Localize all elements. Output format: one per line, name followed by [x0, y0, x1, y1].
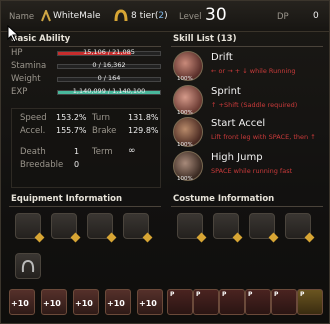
- equip-slot-extra[interactable]: [15, 253, 41, 279]
- start-accel-skill-icon: 100%: [173, 117, 203, 148]
- costume-item-5[interactable]: P: [271, 289, 297, 315]
- sprint-skill-icon: 100%: [173, 85, 203, 116]
- weight-label: Weight: [11, 74, 41, 84]
- hp-label: HP: [11, 48, 23, 58]
- stamina-bar: 0 / 16,362: [57, 61, 161, 69]
- dp-label: DP: [277, 12, 289, 22]
- name-label: Name: [9, 12, 35, 22]
- skill-item-drift[interactable]: 100% Drift ← or → + ↓ while Running: [173, 49, 323, 85]
- term-value: ∞: [128, 146, 136, 156]
- equip-slot-armor[interactable]: [51, 213, 81, 243]
- stamina-label: Stamina: [11, 61, 47, 71]
- skill-item-high-jump[interactable]: 100% High Jump SPACE while running fast: [173, 149, 323, 185]
- skill-list-title: Skill List (13): [173, 34, 237, 44]
- turn-value: 131.8%: [128, 113, 159, 122]
- costume-item-6[interactable]: P: [297, 289, 323, 315]
- equipment-title: Equipment Information: [11, 194, 123, 204]
- horseshoe-tier-icon: [114, 9, 128, 22]
- horse-name: WhiteMale: [53, 11, 101, 21]
- costume-slot-2[interactable]: [213, 213, 243, 243]
- costume-slot-4[interactable]: [285, 213, 315, 243]
- hp-bar: 15,106 / 21,085: [57, 48, 161, 56]
- tier-label: 8 tier(: [131, 11, 159, 21]
- mouse-cursor-icon: [7, 25, 20, 43]
- horse-info-window: Name WhiteMale 8 tier(2) Level 30 DP 0 B…: [0, 0, 330, 324]
- item-slot-2[interactable]: +10: [41, 289, 67, 315]
- equip-slot-horseshoe[interactable]: [123, 213, 153, 243]
- costume-item-1[interactable]: P: [167, 289, 193, 315]
- item-slot-3[interactable]: +10: [73, 289, 99, 315]
- costume-slot-1[interactable]: [177, 213, 207, 243]
- weight-bar: 0 / 164: [57, 74, 161, 82]
- exp-bar: 1,140,099 / 1,140,100: [57, 87, 161, 95]
- costume-item-3[interactable]: P: [219, 289, 245, 315]
- brake-value: 129.8%: [128, 126, 159, 135]
- exp-label: EXP: [11, 87, 28, 97]
- stats-panel: Speed 153.2% Turn 131.8% Accel. 155.7% B…: [11, 108, 161, 188]
- drift-skill-icon: 100%: [173, 51, 203, 82]
- speed-value: 153.2%: [56, 113, 87, 122]
- level-label: Level: [179, 12, 202, 22]
- equip-slot-saddle[interactable]: [15, 213, 45, 243]
- header-bar: Name WhiteMale 8 tier(2) Level 30 DP 0: [1, 1, 329, 32]
- equip-slot-stirrups[interactable]: [87, 213, 117, 243]
- death-value: 1: [74, 147, 80, 156]
- dp-value: 0: [313, 11, 319, 21]
- level-value: 30: [205, 5, 227, 25]
- costume-item-4[interactable]: P: [245, 289, 271, 315]
- breedable-value: 0: [74, 160, 80, 169]
- skill-item-start-accel[interactable]: 100% Start Accel Lift front leg with SPA…: [173, 115, 323, 151]
- item-slot-1[interactable]: +10: [9, 289, 35, 315]
- costume-slot-3[interactable]: [249, 213, 279, 243]
- costume-item-2[interactable]: P: [193, 289, 219, 315]
- item-slot-4[interactable]: +10: [105, 289, 131, 315]
- accel-value: 155.7%: [56, 126, 87, 135]
- costume-title: Costume Information: [173, 194, 275, 204]
- item-slot-5[interactable]: +10: [137, 289, 163, 315]
- high-jump-skill-icon: 100%: [173, 151, 203, 182]
- gender-icon: [41, 10, 51, 22]
- horseshoe-icon: [21, 259, 35, 273]
- skill-item-sprint[interactable]: 100% Sprint ↑ +Shift (Saddle required): [173, 83, 323, 119]
